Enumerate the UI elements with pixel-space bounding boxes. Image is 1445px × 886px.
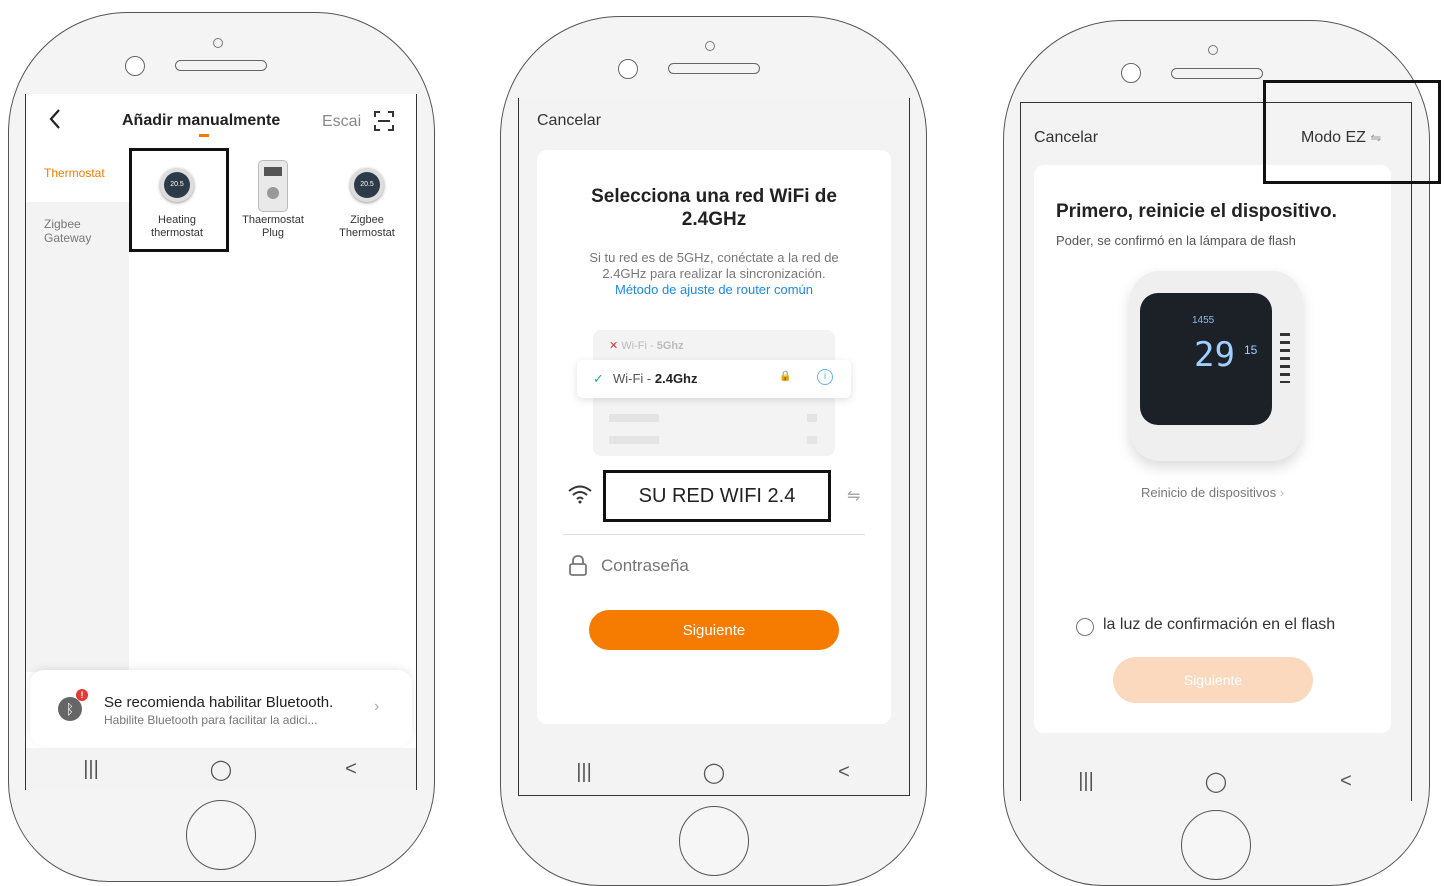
- nav-home-button[interactable]: ◯: [1186, 769, 1246, 794]
- system-nav-bar: ||| ◯ <: [519, 749, 909, 795]
- check-icon: ✓: [593, 371, 604, 386]
- device-reset-link[interactable]: Reinicio de dispositivos ›: [1034, 485, 1391, 500]
- plug-thermostat-icon: [258, 160, 288, 212]
- highlight-box-mode-ez: [1263, 80, 1441, 184]
- nav-back-button[interactable]: <: [1316, 770, 1376, 793]
- scan-icon[interactable]: [373, 110, 395, 137]
- wifi-icon: [567, 484, 593, 509]
- recent-apps-button[interactable]: |||: [61, 758, 121, 781]
- highlight-box-heating-thermostat: [129, 148, 229, 252]
- system-nav-bar: ||| ◯ <: [26, 748, 416, 790]
- chevron-left-icon: [49, 109, 60, 129]
- wifi-5-prefix: Wi-Fi -: [621, 340, 657, 352]
- front-camera: [618, 59, 638, 79]
- reset-heading: Primero, reinicie el dispositivo.: [1056, 201, 1337, 222]
- front-sensor: [705, 41, 715, 51]
- confirm-label: la luz de confirmación en el flash: [1103, 616, 1336, 633]
- thermostat-display: 20.5: [354, 172, 380, 198]
- thermostat-device-image: 1455 29 15: [1120, 265, 1310, 465]
- display-temperature: 29: [1194, 335, 1235, 375]
- next-button-disabled[interactable]: Siguiente: [1113, 657, 1313, 703]
- front-camera: [125, 56, 145, 76]
- reset-card: Primero, reinicie el dispositivo. Poder,…: [1034, 165, 1391, 733]
- chevron-right-icon: ›: [1279, 485, 1285, 500]
- page-title: Añadir manualmente: [122, 112, 281, 129]
- bluetooth-banner[interactable]: ᛒ ! Se recomienda habilitar Bluetooth. H…: [30, 670, 412, 746]
- screen-2: Cancelar Selecciona una red WiFi de 2.4G…: [518, 98, 910, 796]
- nav-home-button[interactable]: ◯: [191, 757, 251, 782]
- lock-icon: 🔒: [779, 371, 792, 382]
- device-thaermostat-plug[interactable]: Thaermostat Plug: [226, 154, 320, 244]
- recent-apps-button[interactable]: |||: [554, 761, 614, 784]
- wifi-card: Selecciona una red WiFi de 2.4GHz Si tu …: [537, 150, 891, 724]
- nav-home-button[interactable]: ◯: [684, 760, 744, 785]
- home-button[interactable]: [186, 800, 256, 870]
- earpiece: [1171, 68, 1263, 79]
- chevron-right-icon: ›: [374, 698, 380, 715]
- screen-3: Cancelar Modo EZ ⇋ Primero, reinicie el …: [1020, 102, 1412, 801]
- front-sensor: [1208, 45, 1218, 55]
- front-sensor: [213, 38, 223, 48]
- wifi-info: Si tu red es de 5GHz, conéctate a la red…: [589, 250, 839, 281]
- reset-subtitle: Poder, se confirmó en la lámpara de flas…: [1056, 233, 1296, 248]
- device-label: Thaermostat Plug: [242, 214, 304, 239]
- cancel-button[interactable]: Cancelar: [1034, 129, 1098, 147]
- display-setpoint: 15: [1244, 343, 1258, 357]
- device-label: Zigbee Thermostat: [339, 214, 395, 239]
- bluetooth-subtitle: Habilite Bluetooth para facilitar la adi…: [104, 713, 318, 727]
- recent-apps-button[interactable]: |||: [1056, 770, 1116, 793]
- home-button[interactable]: [1181, 810, 1251, 880]
- info-icon: i: [817, 369, 833, 385]
- nav-back-button[interactable]: <: [321, 758, 381, 781]
- category-zigbee-gateway[interactable]: Zigbee Gateway: [44, 217, 114, 245]
- cancel-button[interactable]: Cancelar: [537, 112, 601, 130]
- alert-badge: !: [76, 689, 88, 701]
- wifi-24ghz-row: ✓ Wi-Fi - 2.4Ghz 🔒 i: [577, 360, 851, 398]
- category-thermostat[interactable]: Thermostat: [44, 166, 105, 180]
- next-button[interactable]: Siguiente: [589, 610, 839, 650]
- device-reset-label: Reinicio de dispositivos: [1140, 485, 1277, 500]
- password-input[interactable]: [599, 552, 853, 580]
- wifi-24-prefix: Wi-Fi -: [613, 371, 655, 386]
- device-zigbee-thermostat[interactable]: 20.5 Zigbee Thermostat: [320, 154, 414, 244]
- wifi-5-band: 5Ghz: [656, 340, 684, 352]
- confirm-radio[interactable]: [1076, 618, 1094, 636]
- switch-network-icon[interactable]: ⇋: [847, 486, 860, 506]
- router-method-link[interactable]: Método de ajuste de router común: [571, 282, 857, 297]
- x-icon: ✕: [609, 340, 619, 352]
- wifi-5ghz-row: ✕ Wi-Fi - 5Ghz: [609, 339, 684, 352]
- wifi-24-band: 2.4Ghz: [654, 371, 698, 386]
- earpiece: [668, 63, 760, 74]
- home-button[interactable]: [679, 806, 749, 876]
- ssid-field[interactable]: SU RED WIFI 2.4: [603, 470, 831, 522]
- back-button[interactable]: [48, 108, 62, 137]
- bluetooth-title: Se recomienda habilitar Bluetooth.: [104, 694, 334, 711]
- wifi-heading: Selecciona una red WiFi de 2.4GHz: [591, 186, 837, 230]
- scan-label[interactable]: Escai: [322, 113, 366, 131]
- ssid-value: SU RED WIFI 2.4: [638, 485, 796, 507]
- bluetooth-icon: ᛒ: [58, 697, 82, 721]
- lock-icon: [567, 554, 589, 581]
- earpiece: [175, 60, 267, 71]
- nav-back-button[interactable]: <: [814, 761, 874, 784]
- title-underline: [199, 134, 209, 137]
- front-camera: [1121, 63, 1141, 83]
- display-small-readout: 1455: [1192, 315, 1215, 326]
- round-thermostat-icon: 20.5: [350, 168, 384, 202]
- system-nav-bar: ||| ◯ <: [1021, 759, 1411, 801]
